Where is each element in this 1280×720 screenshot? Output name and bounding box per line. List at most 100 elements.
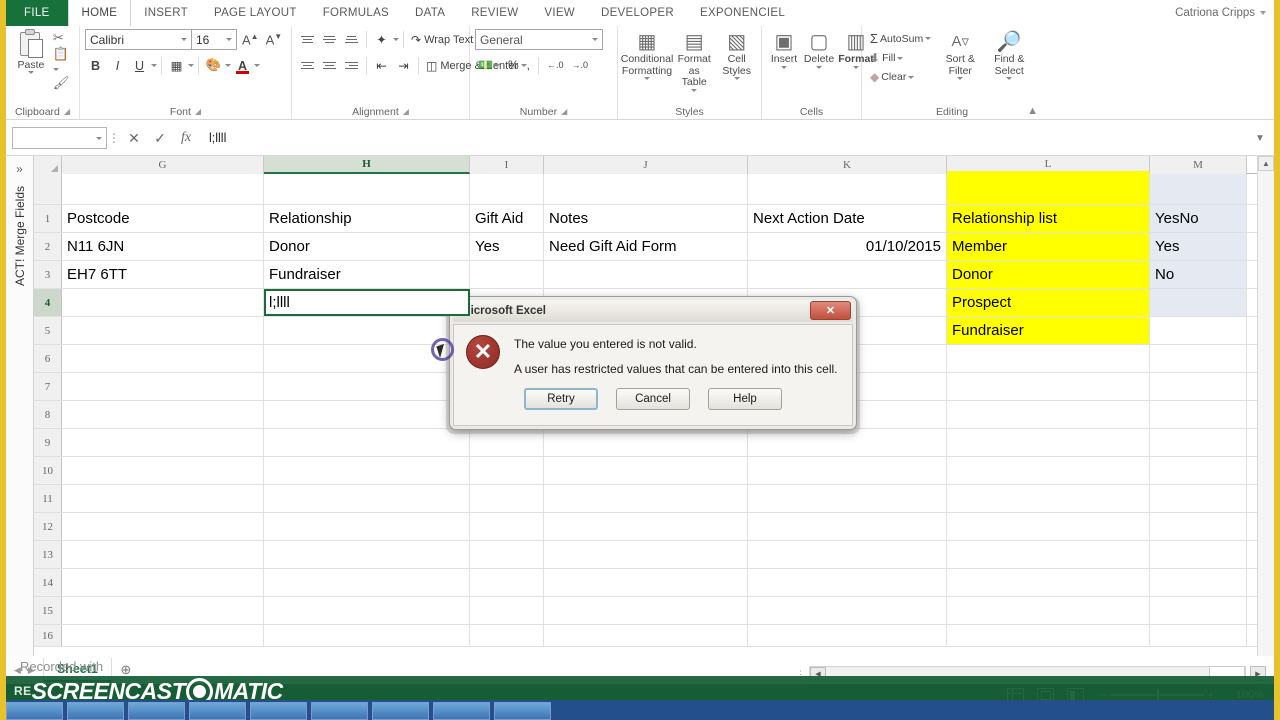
cell-G2[interactable]: N11 6JN [62,233,264,260]
cell-G12[interactable] [62,513,264,540]
cell-H4-active[interactable]: l;llll [264,289,470,316]
taskbar-item[interactable] [6,702,63,720]
row-header-5[interactable]: 5 [34,317,62,344]
cell-G9[interactable] [62,429,264,456]
increase-decimal-button[interactable]: ←.0 [544,55,567,75]
row-header-8[interactable]: 8 [34,401,62,428]
cell-L5[interactable]: Fundraiser [947,317,1150,344]
cell-J13[interactable] [544,541,748,568]
format-as-table-button[interactable]: ▤ Format as Table [673,29,715,93]
cell-K13[interactable] [748,541,947,568]
cell-M11[interactable] [1150,485,1247,512]
cell-M5[interactable] [1150,317,1247,344]
cell-I13[interactable] [470,541,544,568]
cell-I14[interactable] [470,569,544,596]
cell-M4[interactable] [1150,289,1247,316]
cell-L11[interactable] [947,485,1150,512]
conditional-formatting-button[interactable]: ▦ Conditional Formatting [621,29,673,81]
fill-color-icon[interactable]: 🎨 [203,55,224,76]
cell-I16[interactable] [470,625,544,646]
font-color-icon[interactable]: A [232,55,253,76]
ribbon-tab-review[interactable]: REVIEW [458,0,531,26]
column-header-L[interactable]: L [947,156,1150,174]
cell-M7[interactable] [1150,373,1247,400]
cell-J10[interactable] [544,457,748,484]
cell-L14[interactable] [947,569,1150,596]
cell-I2[interactable]: Yes [470,233,544,260]
row-header-9[interactable]: 9 [34,429,62,456]
wrap-text-button[interactable]: ↷ Wrap Text [408,32,476,48]
row-header-3[interactable]: 3 [34,261,62,288]
close-icon[interactable]: ✕ [810,301,851,320]
grow-font-button[interactable]: A▲ [240,32,261,47]
ribbon-tab-page-layout[interactable]: PAGE LAYOUT [201,0,310,26]
cell-H3[interactable]: Fundraiser [264,261,470,288]
cell-M2[interactable]: Yes [1150,233,1247,260]
align-right-button[interactable] [341,56,362,76]
row-header-11[interactable]: 11 [34,485,62,512]
cell-L3[interactable]: Donor [947,261,1150,288]
cell-M8[interactable] [1150,401,1247,428]
cell-G8[interactable] [62,401,264,428]
scroll-up-icon[interactable]: ▲ [1258,156,1274,171]
cell-H7[interactable] [264,373,470,400]
sort-filter-button[interactable]: A▿ Sort & Filter [938,29,982,81]
align-bottom-button[interactable] [341,30,362,50]
cell-K16[interactable] [748,625,947,646]
increase-indent-icon[interactable]: ⇥ [393,55,414,76]
cell-G5[interactable] [62,317,264,344]
cell-J12[interactable] [544,513,748,540]
ribbon-tab-formulas[interactable]: FORMULAS [310,0,402,26]
cell-K10[interactable] [748,457,947,484]
cell-I11[interactable] [470,485,544,512]
borders-icon[interactable]: ▦ [166,55,187,76]
cell-I1[interactable]: Gift Aid [470,205,544,232]
cell-K15[interactable] [748,597,947,624]
cell-styles-button[interactable]: ▧ Cell Styles [717,29,756,81]
number-dialog-launcher[interactable]: ◢ [561,107,567,116]
cell-L7[interactable] [947,373,1150,400]
cell-L4[interactable]: Prospect [947,289,1150,316]
cell-K14[interactable] [748,569,947,596]
user-account[interactable]: Catriona Cripps [1175,0,1266,26]
cell-J15[interactable] [544,597,748,624]
taskbar-item[interactable] [250,702,307,720]
cell-H11[interactable] [264,485,470,512]
chevron-down-icon[interactable] [254,64,260,67]
cancel-x-icon[interactable]: ✕ [121,127,147,149]
cell-L16[interactable] [947,625,1150,646]
row-header-6[interactable]: 6 [34,345,62,372]
clipboard-dialog-launcher[interactable]: ◢ [64,107,70,116]
ribbon-tab-developer[interactable]: DEVELOPER [588,0,687,26]
taskbar-item[interactable] [67,702,124,720]
cell-H1[interactable]: Relationship [264,205,470,232]
column-header-K[interactable]: K [748,156,947,174]
cell-M16[interactable] [1150,625,1247,646]
cell-M9[interactable] [1150,429,1247,456]
align-top-button[interactable] [297,30,318,50]
cell-I10[interactable] [470,457,544,484]
cell-K2[interactable]: 01/10/2015 [748,233,947,260]
column-header-M[interactable]: M [1150,156,1247,174]
cell-K3[interactable] [748,261,947,288]
cell-M6[interactable] [1150,345,1247,372]
help-button[interactable]: Help [708,388,782,410]
align-middle-button[interactable] [319,30,340,50]
column-header-G[interactable]: G [62,156,264,174]
alignment-dialog-launcher[interactable]: ◢ [403,107,409,116]
delete-cells-button[interactable]: ▢ Delete [801,29,837,70]
cell-J1[interactable]: Notes [544,205,748,232]
cell-M10[interactable] [1150,457,1247,484]
cell-L12[interactable] [947,513,1150,540]
cell-I15[interactable] [470,597,544,624]
cell-J3[interactable] [544,261,748,288]
ribbon-tab-file[interactable]: FILE [6,0,68,26]
bold-button[interactable]: B [85,55,106,76]
scissors-icon[interactable]: ✂ [53,31,74,44]
cell-G4[interactable] [62,289,264,316]
vertical-scrollbar[interactable]: ▲ [1257,156,1274,656]
column-header-H[interactable]: H [264,156,470,174]
chevron-double-right-icon[interactable]: » [16,162,23,176]
cell-L15[interactable] [947,597,1150,624]
accounting-format-icon[interactable]: 💵 [475,55,503,75]
